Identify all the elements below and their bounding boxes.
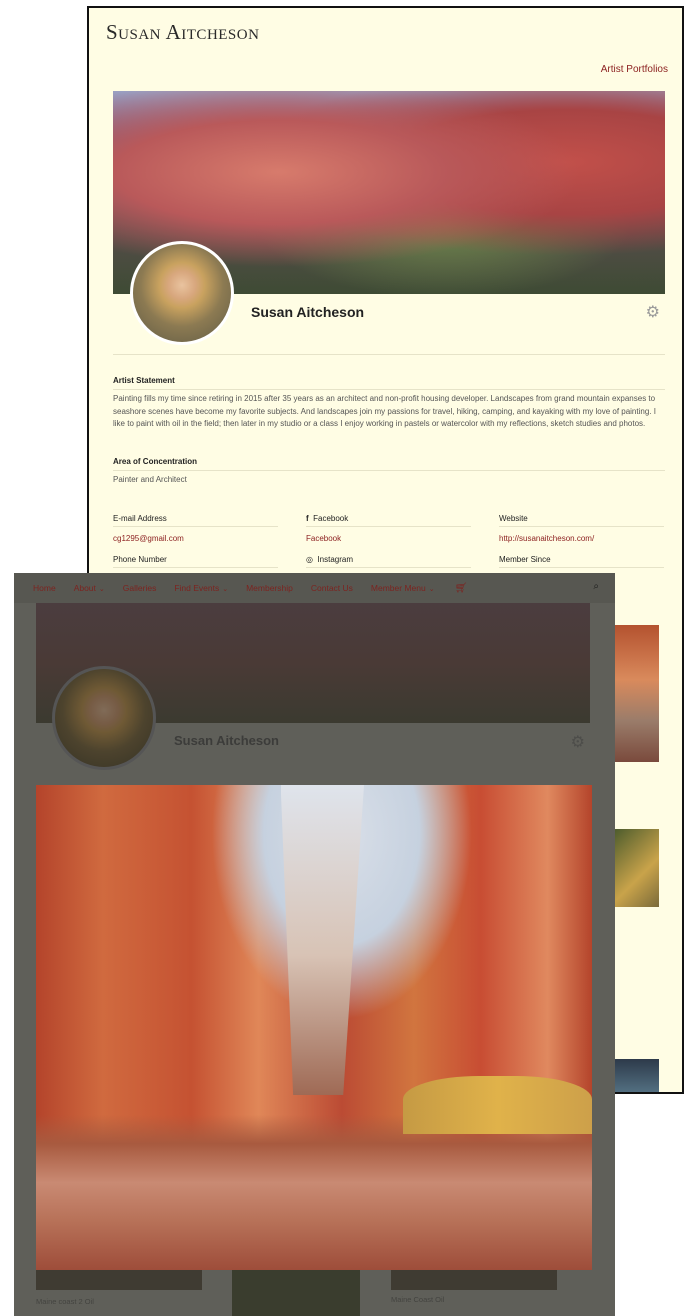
- avatar: [130, 241, 234, 345]
- nav-member-menu-label: Member Menu: [370, 583, 426, 593]
- thumbnail-caption: Maine Coast Oil: [391, 1295, 445, 1304]
- chevron-down-icon: ⌄: [428, 586, 435, 593]
- nav-galleries[interactable]: Galleries: [123, 583, 157, 593]
- artist-portfolios-link[interactable]: Artist Portfolios: [601, 64, 668, 75]
- divider: [113, 354, 665, 355]
- gallery-thumbnail[interactable]: [36, 1270, 202, 1290]
- gallery-thumbnail[interactable]: [232, 1270, 360, 1316]
- lightbox-painting-image[interactable]: [36, 785, 592, 1270]
- chevron-down-icon: ⌄: [222, 586, 229, 593]
- member-since-label: Member Since: [499, 555, 664, 568]
- lightbox-overlay-screenshot: Home About ⌄ Galleries Find Events ⌄ Membe…: [14, 573, 615, 1316]
- phone-label: Phone Number: [113, 555, 278, 568]
- facebook-link[interactable]: Facebook: [306, 534, 341, 543]
- nav-contact-us[interactable]: Contact Us: [311, 583, 353, 593]
- email-label: E-mail Address: [113, 514, 278, 527]
- avatar: [52, 666, 156, 770]
- nav-find-events[interactable]: Find Events ⌄: [174, 583, 228, 593]
- chevron-down-icon: ⌄: [98, 586, 105, 593]
- gear-icon[interactable]: ⚙: [646, 302, 660, 322]
- site-title[interactable]: Susan Aitcheson: [106, 20, 259, 45]
- profile-name: Susan Aitcheson: [174, 733, 279, 748]
- instagram-label: ◎ Instagram: [306, 555, 471, 568]
- email-link[interactable]: cg1295@gmail.com: [113, 534, 184, 543]
- artist-statement-text: Painting fills my time since retiring in…: [113, 394, 656, 428]
- instagram-label-text: Instagram: [317, 555, 354, 564]
- profile-name: Susan Aitcheson: [251, 304, 365, 320]
- divider: [113, 389, 665, 390]
- website-label: Website: [499, 514, 664, 527]
- website-link[interactable]: http://susanaitcheson.com/: [499, 534, 594, 543]
- artist-statement-label: Artist Statement: [113, 376, 175, 385]
- gallery-thumbnail[interactable]: [613, 625, 659, 762]
- facebook-icon: f: [306, 514, 309, 523]
- gallery-thumbnail[interactable]: [613, 1059, 659, 1092]
- concentration-value: Painter and Architect: [113, 475, 187, 484]
- gear-icon[interactable]: ⚙: [571, 732, 585, 752]
- cart-icon[interactable]: 🛒︎: [455, 583, 468, 594]
- search-icon[interactable]: ⌕: [593, 581, 599, 592]
- gallery-thumbnail[interactable]: [613, 829, 659, 907]
- divider: [113, 470, 665, 471]
- nav-member-menu[interactable]: Member Menu ⌄: [371, 583, 435, 593]
- nav-about-label: About: [73, 583, 96, 593]
- thumbnail-caption: Maine coast 2 Oil: [36, 1297, 94, 1306]
- nav-home[interactable]: Home: [33, 583, 56, 593]
- nav-about[interactable]: About ⌄: [74, 583, 105, 593]
- concentration-label: Area of Concentration: [113, 457, 198, 466]
- instagram-icon: ◎: [306, 555, 313, 564]
- facebook-label: f Facebook: [306, 514, 471, 527]
- gallery-thumbnail[interactable]: [391, 1270, 557, 1290]
- main-navbar: Home About ⌄ Galleries Find Events ⌄ Membe…: [14, 573, 615, 603]
- nav-membership[interactable]: Membership: [246, 583, 293, 593]
- nav-find-events-label: Find Events: [174, 583, 220, 593]
- facebook-label-text: Facebook: [313, 514, 349, 523]
